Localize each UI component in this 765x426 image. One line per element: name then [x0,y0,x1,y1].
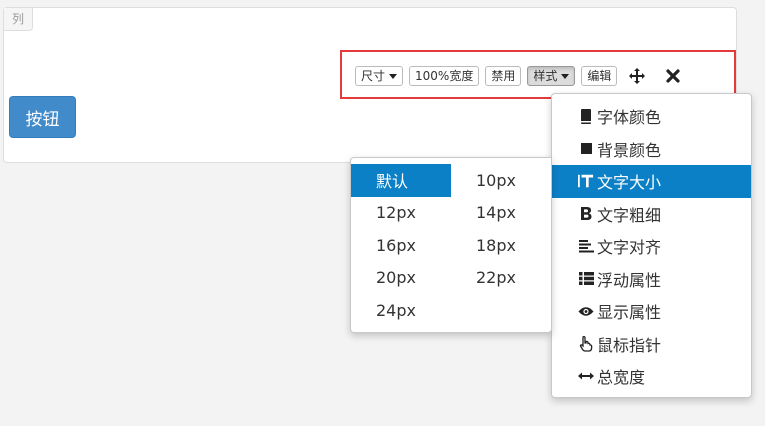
bold-icon [578,206,594,222]
menu-item-label: 字体颜色 [597,108,662,128]
style-dropdown-label: 样式 [533,69,558,83]
list-icon [578,271,594,287]
column-tag: 列 [4,8,34,31]
square-icon [578,141,594,157]
size-option-10px[interactable]: 10px [451,164,551,197]
text-height-icon [578,173,594,189]
menu-item-label: 显示属性 [597,303,662,323]
hand-pointer-icon [578,335,594,352]
menu-item-font-color[interactable]: 字体颜色 [552,100,751,133]
size-dropdown-label: 尺寸 [361,69,386,83]
menu-item-text-align[interactable]: 文字对齐 [552,230,751,263]
align-left-icon [578,238,594,254]
book-icon [578,108,594,124]
size-dropdown-button[interactable]: 尺寸 [355,66,404,86]
eye-icon [578,303,594,319]
menu-item-display[interactable]: 显示属性 [552,295,751,328]
move-icon[interactable] [627,66,647,86]
style-dropdown-button[interactable]: 样式 [527,66,576,86]
size-option-22px[interactable]: 22px [451,262,551,295]
menu-item-label: 浮动属性 [597,270,662,290]
menu-item-cursor[interactable]: 鼠标指针 [552,328,751,361]
size-option-20px[interactable]: 20px [351,262,451,295]
menu-item-label: 总宽度 [597,368,646,388]
caret-down-icon [389,73,398,79]
menu-item-label: 背景颜色 [597,140,662,160]
edit-button[interactable]: 编辑 [581,66,618,86]
size-option-12px[interactable]: 12px [351,197,451,230]
menu-item-font-weight[interactable]: 文字粗细 [552,198,751,231]
size-option-24px[interactable]: 24px [351,294,451,327]
disable-button[interactable]: 禁用 [485,66,522,86]
menu-item-total-width[interactable]: 总宽度 [552,360,751,393]
size-option-18px[interactable]: 18px [451,229,551,262]
size-option-16px[interactable]: 16px [351,229,451,262]
caret-down-icon [561,73,570,79]
menu-item-label: 鼠标指针 [597,335,662,355]
menu-item-label: 文字粗细 [597,205,662,225]
menu-item-label: 文字对齐 [597,238,662,258]
full-width-button[interactable]: 100%宽度 [409,66,480,86]
editor-canvas: 列 按钮 尺寸 100%宽度 禁用 样式 编辑 字体颜色 背景颜色 文字大小 文… [0,0,765,426]
close-icon[interactable] [663,66,683,86]
menu-item-label: 文字大小 [597,173,662,193]
size-option-14px[interactable]: 14px [451,197,551,230]
menu-item-float[interactable]: 浮动属性 [552,263,751,296]
menu-item-background-color[interactable]: 背景颜色 [552,133,751,166]
primary-button[interactable]: 按钮 [9,96,76,138]
resize-horizontal-icon [578,368,594,384]
element-toolbar: 尺寸 100%宽度 禁用 样式 编辑 [355,65,695,87]
style-dropdown-menu: 字体颜色 背景颜色 文字大小 文字粗细 文字对齐 浮动属性 显示属性 鼠标指针 … [551,93,752,398]
menu-item-font-size[interactable]: 文字大小 [552,165,751,198]
size-option-default[interactable]: 默认 [351,164,451,197]
font-size-submenu: 默认 10px 12px 14px 16px 18px 20px 22px 24… [350,157,552,333]
font-size-options: 默认 10px 12px 14px 16px 18px 20px 22px 24… [351,164,551,327]
